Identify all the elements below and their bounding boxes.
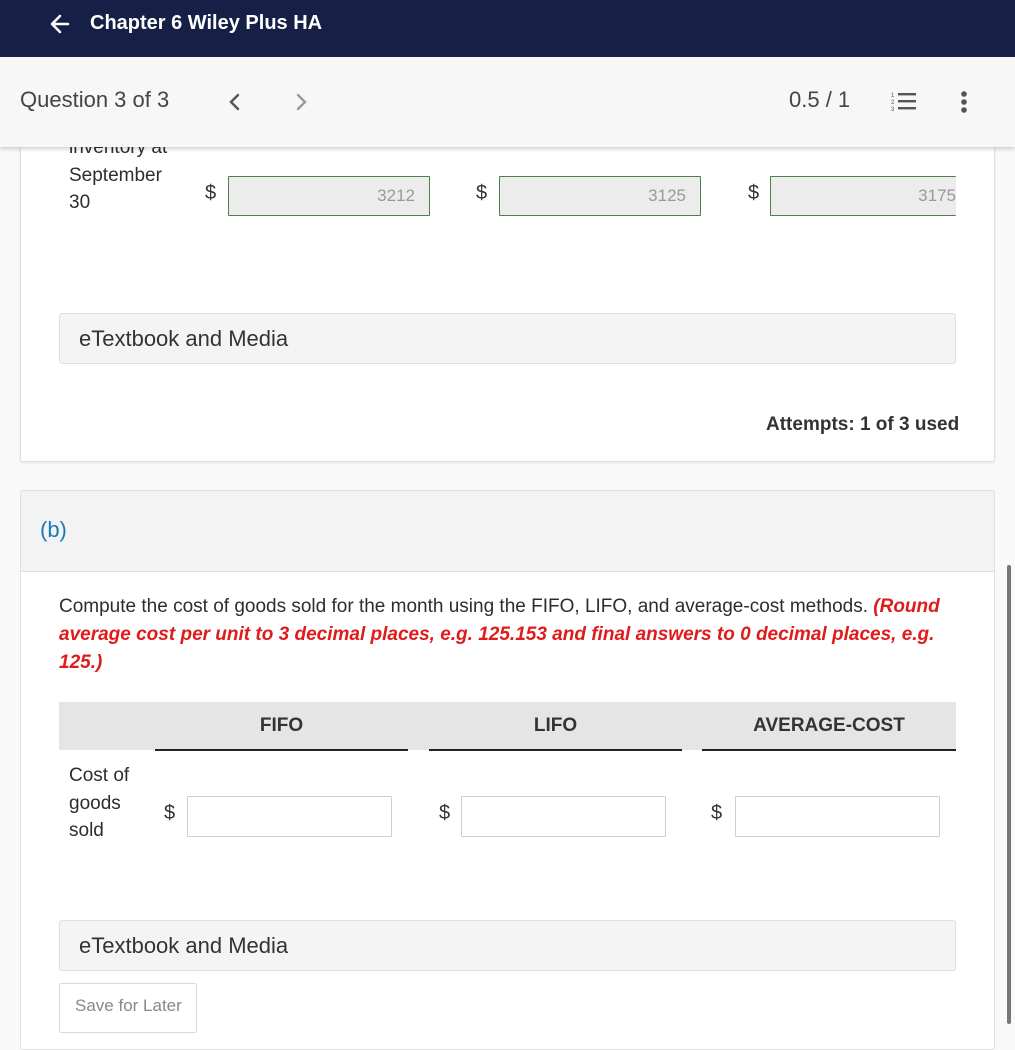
save-for-later-button[interactable]: Save for Later	[59, 983, 197, 1033]
arrow-left-icon[interactable]	[46, 10, 74, 38]
fifo-ending-inventory-input[interactable]	[228, 176, 430, 216]
column-header-lifo: LIFO	[533, 715, 578, 736]
currency-symbol: $	[476, 182, 488, 204]
lifo-cogs-input[interactable]	[461, 796, 666, 837]
part-label: (b)	[40, 517, 67, 542]
currency-symbol: $	[711, 802, 723, 824]
score-display: 0.5 / 1	[789, 87, 851, 112]
scrollbar[interactable]	[1007, 565, 1011, 1024]
column-header-average-cost: AVERAGE-COST	[753, 715, 905, 736]
svg-text:3: 3	[891, 107, 895, 113]
attempts-counter: Attempts: 1 of 3 used	[766, 414, 960, 435]
question-nav-bar: Question 3 of 3 0.5 / 1 1 2 3	[0, 57, 1015, 147]
column-header-fifo: FIFO	[259, 715, 304, 736]
column-divider	[155, 749, 408, 751]
currency-symbol: $	[205, 182, 217, 204]
lifo-ending-inventory-input[interactable]	[499, 176, 701, 216]
column-divider	[429, 749, 682, 751]
question-instruction: Compute the cost of goods sold for the m…	[59, 593, 959, 677]
average-cost-ending-inventory-input[interactable]	[770, 176, 956, 216]
etextbook-media-toggle[interactable]: eTextbook and Media	[59, 920, 956, 971]
numbered-list-icon[interactable]: 1 2 3	[890, 90, 918, 114]
more-vertical-icon[interactable]	[954, 89, 974, 115]
chevron-left-icon[interactable]	[224, 89, 246, 115]
svg-text:2: 2	[891, 100, 895, 106]
average-cost-cogs-input[interactable]	[735, 796, 940, 837]
app-title: Chapter 6 Wiley Plus HA	[90, 12, 323, 34]
currency-symbol: $	[439, 802, 451, 824]
svg-text:1: 1	[891, 93, 895, 99]
fifo-cogs-input[interactable]	[187, 796, 392, 837]
instruction-text: Compute the cost of goods sold for the m…	[59, 596, 868, 617]
etextbook-media-toggle[interactable]: eTextbook and Media	[59, 313, 956, 364]
cost-of-goods-sold-label: Cost of goods sold	[69, 765, 130, 841]
column-divider	[702, 749, 956, 751]
currency-symbol: $	[748, 182, 760, 204]
question-counter: Question 3 of 3	[20, 87, 170, 112]
chevron-right-icon[interactable]	[290, 89, 312, 115]
currency-symbol: $	[164, 802, 176, 824]
part-b-header	[20, 490, 995, 572]
app-header: Chapter 6 Wiley Plus HA	[0, 0, 1015, 57]
